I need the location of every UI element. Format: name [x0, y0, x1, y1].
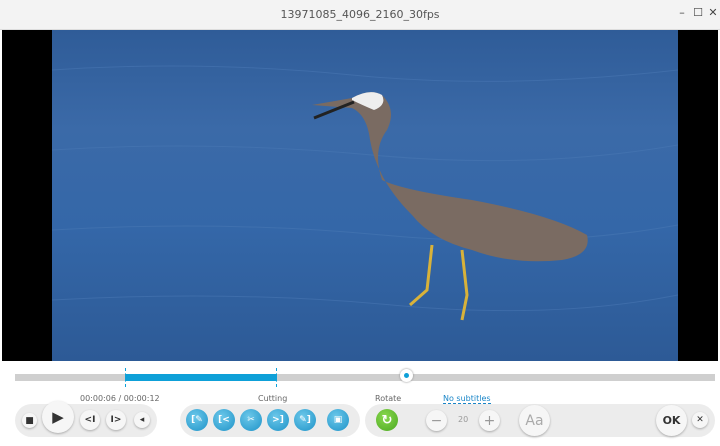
cut-end-marker[interactable] [276, 368, 277, 387]
heron-image [52, 65, 678, 321]
minus-icon: − [430, 412, 443, 429]
video-frame [52, 30, 678, 361]
stop-icon: ■ [25, 415, 34, 426]
rotate-button[interactable]: ↻ [376, 409, 398, 431]
cut-start-marker[interactable] [125, 368, 126, 387]
go-end-icon: >] [272, 415, 284, 425]
cut-selection[interactable] [125, 374, 277, 381]
go-to-end-button[interactable]: >] [267, 409, 289, 431]
video-preview [2, 30, 718, 361]
font-size-increase-button[interactable]: + [479, 410, 500, 431]
go-start-icon: [< [218, 415, 230, 425]
title-bar: 13971085_4096_2160_30fps – ☐ ✕ [0, 0, 720, 30]
timeline-slider[interactable] [15, 368, 715, 387]
time-display: 00:00:06 / 00:00:12 [80, 394, 160, 403]
playhead-handle[interactable] [400, 369, 413, 382]
previous-frame-button[interactable]: <I [80, 410, 100, 430]
window-title: 13971085_4096_2160_30fps [280, 8, 440, 21]
font-icon: Aa [525, 412, 544, 429]
ok-label: OK [662, 414, 681, 427]
preview-icon: ▣ [333, 415, 343, 425]
mark-in-icon: [✎ [191, 415, 203, 425]
volume-icon: ◂ [139, 415, 145, 425]
cutting-label: Cutting [258, 394, 288, 403]
preview-button[interactable]: ▣ [327, 409, 349, 431]
subtitle-font-button[interactable]: Aa [519, 405, 550, 436]
rotate-icon: ↻ [381, 412, 393, 428]
subtitles-dropdown[interactable]: No subtitles [443, 394, 491, 404]
previous-frame-icon: <I [84, 415, 96, 425]
font-size-value: 20 [458, 415, 469, 424]
go-to-start-button[interactable]: [< [213, 409, 235, 431]
close-button[interactable]: ✕ [706, 6, 720, 19]
volume-button[interactable]: ◂ [134, 412, 150, 428]
ok-button[interactable]: OK [656, 405, 687, 436]
cut-button[interactable]: ✂ [240, 409, 262, 431]
next-frame-icon: I> [110, 415, 122, 425]
maximize-button[interactable]: ☐ [691, 6, 705, 19]
mark-out-button[interactable]: ✎] [294, 409, 316, 431]
cancel-button[interactable]: ✕ [692, 412, 708, 428]
plus-icon: + [483, 412, 496, 429]
close-icon: ✕ [696, 415, 704, 425]
minimize-button[interactable]: – [675, 6, 689, 19]
stop-button[interactable]: ■ [22, 413, 37, 428]
mark-out-icon: ✎] [299, 415, 311, 425]
scissors-icon: ✂ [247, 415, 255, 425]
mark-in-button[interactable]: [✎ [186, 409, 208, 431]
font-size-decrease-button[interactable]: − [426, 410, 447, 431]
play-button[interactable]: ▶ [42, 401, 74, 433]
play-icon: ▶ [52, 408, 64, 426]
rotate-label: Rotate [375, 394, 402, 403]
next-frame-button[interactable]: I> [106, 410, 126, 430]
